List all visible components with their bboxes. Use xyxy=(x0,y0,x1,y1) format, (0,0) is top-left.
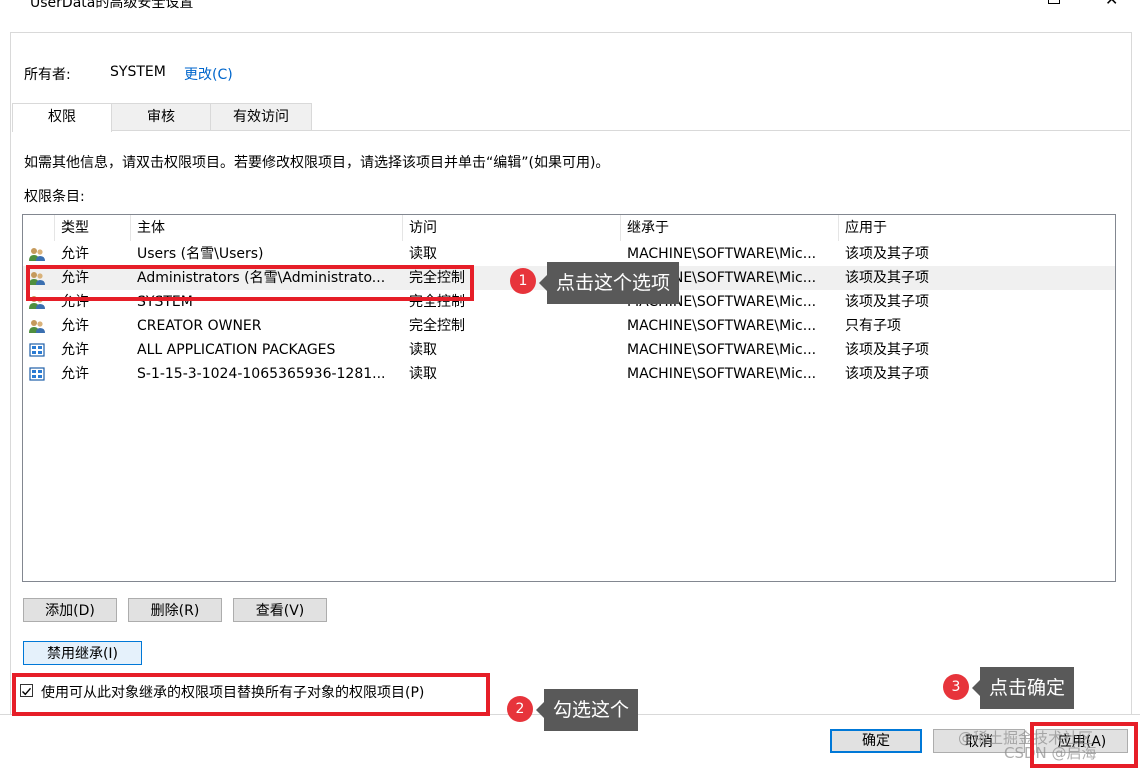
watermark-csdn: CSDN @启海 xyxy=(1004,744,1097,762)
cell-applies-to: 只有子项 xyxy=(845,318,901,334)
column-type[interactable]: 类型 xyxy=(55,215,131,241)
users-icon xyxy=(29,246,45,262)
tab-panel-border xyxy=(12,130,1130,131)
cell-inherited-from: MACHINE\SOFTWARE\Mic... xyxy=(627,318,817,334)
entries-label: 权限条目: xyxy=(24,189,85,205)
tab-permissions[interactable]: 权限 xyxy=(12,103,112,132)
cell-access: 读取 xyxy=(409,366,437,382)
change-owner-link[interactable]: 更改(C) xyxy=(184,64,233,84)
cell-type: 允许 xyxy=(61,318,89,334)
maximize-icon[interactable] xyxy=(1048,0,1060,4)
cell-principal: Users (名雪\Users) xyxy=(137,246,264,262)
step-badge-1: 1 xyxy=(510,268,536,294)
owner-value: SYSTEM xyxy=(110,64,166,80)
table-row[interactable]: 允许 CREATOR OWNER 完全控制 MACHINE\SOFTWARE\Mic.… xyxy=(23,314,1115,338)
cell-type: 允许 xyxy=(61,366,89,382)
cell-applies-to: 该项及其子项 xyxy=(845,342,929,358)
view-button[interactable]: 查看(V) xyxy=(233,598,327,622)
cell-principal: SYSTEM xyxy=(137,294,193,310)
ok-button[interactable]: 确定 xyxy=(830,729,922,753)
callout-3: 点击确定 xyxy=(971,667,1075,709)
cell-applies-to: 该项及其子项 xyxy=(845,294,929,310)
add-button[interactable]: 添加(D) xyxy=(23,598,117,622)
checkbox-label: 使用可从此对象继承的权限项目替换所有子对象的权限项目(P) xyxy=(41,685,425,701)
description-text: 如需其他信息，请双击权限项目。若要修改权限项目，请选择该项目并单击“编辑”(如果… xyxy=(24,155,610,171)
title-bar: UserData的高级安全设置 ✕ xyxy=(0,0,1140,14)
cell-access: 读取 xyxy=(409,342,437,358)
package-icon xyxy=(29,342,45,358)
users-icon xyxy=(29,294,45,310)
users-icon xyxy=(29,318,45,334)
column-inherited-from[interactable]: 继承于 xyxy=(621,215,839,241)
users-icon xyxy=(29,270,45,286)
column-access[interactable]: 访问 xyxy=(403,215,621,241)
cell-principal: ALL APPLICATION PACKAGES xyxy=(137,342,336,358)
cell-applies-to: 该项及其子项 xyxy=(845,366,929,382)
checkmark-icon xyxy=(22,687,32,696)
cell-type: 允许 xyxy=(61,270,89,286)
tab-effective-access[interactable]: 有效访问 xyxy=(210,103,312,131)
cell-applies-to: 该项及其子项 xyxy=(845,246,929,262)
cell-access: 完全控制 xyxy=(409,318,465,334)
checkbox[interactable] xyxy=(20,684,33,697)
cell-principal: CREATOR OWNER xyxy=(137,318,262,334)
cell-type: 允许 xyxy=(61,342,89,358)
cell-applies-to: 该项及其子项 xyxy=(845,270,929,286)
cell-principal: Administrators (名雪\Administrato... xyxy=(137,270,386,286)
callout-2: 勾选这个 xyxy=(535,689,639,731)
disable-inheritance-button[interactable]: 禁用继承(I) xyxy=(23,641,142,665)
tab-auditing[interactable]: 审核 xyxy=(111,103,211,131)
callout-1: 点击这个选项 xyxy=(538,262,680,304)
step-badge-2: 2 xyxy=(507,696,533,722)
cell-type: 允许 xyxy=(61,246,89,262)
table-row[interactable]: 允许 S-1-15-3-1024-1065365936-1281... 读取 MACH… xyxy=(23,362,1115,386)
step-badge-3: 3 xyxy=(943,674,969,700)
cell-inherited-from: MACHINE\SOFTWARE\Mic... xyxy=(627,342,817,358)
column-applies-to[interactable]: 应用于 xyxy=(839,215,1115,241)
cell-inherited-from: MACHINE\SOFTWARE\Mic... xyxy=(627,366,817,382)
close-icon[interactable]: ✕ xyxy=(1105,0,1118,9)
window-title: UserData的高级安全设置 xyxy=(30,0,194,11)
list-header: 类型 主体 访问 继承于 应用于 xyxy=(23,215,1115,241)
remove-button[interactable]: 删除(R) xyxy=(128,598,222,622)
owner-label: 所有者: xyxy=(24,67,71,83)
table-row[interactable]: 允许 ALL APPLICATION PACKAGES 读取 MACHINE\SOFT… xyxy=(23,338,1115,362)
column-icon xyxy=(23,215,55,241)
cell-type: 允许 xyxy=(61,294,89,310)
column-principal[interactable]: 主体 xyxy=(131,215,403,241)
cell-principal: S-1-15-3-1024-1065365936-1281... xyxy=(137,366,386,382)
package-icon xyxy=(29,366,45,382)
